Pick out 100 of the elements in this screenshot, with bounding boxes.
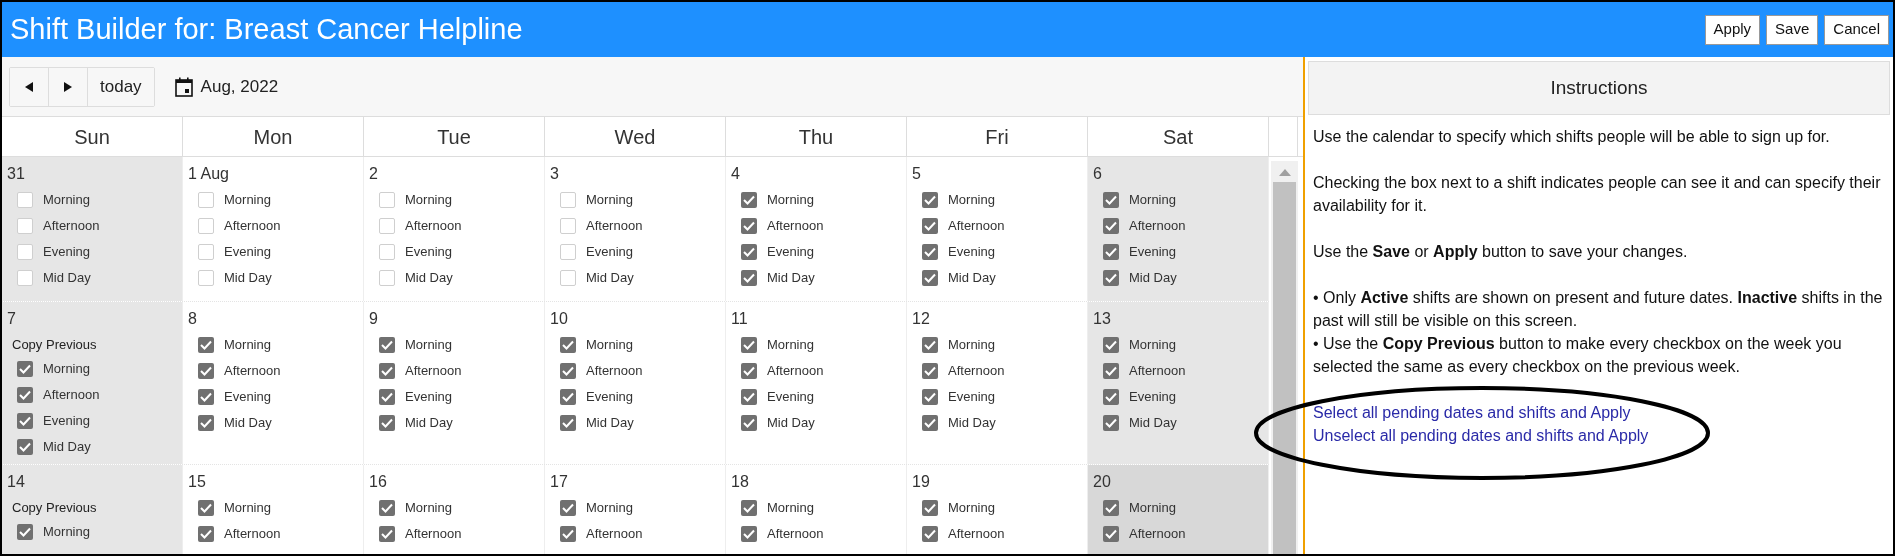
shift-checkbox[interactable] bbox=[379, 526, 395, 542]
shift-checkbox[interactable] bbox=[17, 361, 33, 377]
shift-checkbox[interactable] bbox=[741, 500, 757, 516]
shift-checkbox[interactable] bbox=[379, 192, 395, 208]
date-number: 12 bbox=[912, 309, 930, 329]
shift-label: Mid Day bbox=[43, 438, 91, 457]
scrollbar-thumb[interactable] bbox=[1273, 182, 1296, 554]
shift-checkbox[interactable] bbox=[560, 218, 576, 234]
shift-checkbox[interactable] bbox=[922, 415, 938, 431]
shift-checkbox[interactable] bbox=[1103, 337, 1119, 353]
action-link[interactable]: Select all pending dates and shifts and Apply bbox=[1313, 404, 1631, 421]
shift-label: Afternoon bbox=[224, 525, 281, 544]
shift-checkbox[interactable] bbox=[198, 526, 214, 542]
header-button[interactable]: Cancel bbox=[1824, 14, 1889, 45]
shift-checkbox[interactable] bbox=[1103, 389, 1119, 405]
shift-checkbox[interactable] bbox=[560, 500, 576, 516]
instruction-paragraph: Checking the box next to a shift indicates people can see it and can specify their availability for it. bbox=[1313, 173, 1882, 216]
shift-checkbox[interactable] bbox=[741, 415, 757, 431]
shift-checkbox[interactable] bbox=[198, 270, 214, 286]
shift-checkbox[interactable] bbox=[560, 270, 576, 286]
shift-checkbox[interactable] bbox=[922, 218, 938, 234]
shift-checkbox[interactable] bbox=[1103, 526, 1119, 542]
header-button[interactable]: Save bbox=[1766, 14, 1819, 45]
shift-checkbox[interactable] bbox=[379, 337, 395, 353]
shift-checkbox[interactable] bbox=[198, 244, 214, 260]
shift-label: Morning bbox=[1129, 191, 1176, 210]
action-link[interactable]: Unselect all pending dates and shifts and Apply bbox=[1313, 427, 1649, 444]
shift-checkbox[interactable] bbox=[922, 337, 938, 353]
shift-checkbox[interactable] bbox=[17, 387, 33, 403]
shift-checkbox[interactable] bbox=[379, 244, 395, 260]
shift-checkbox[interactable] bbox=[198, 363, 214, 379]
shift-checkbox[interactable] bbox=[17, 218, 33, 234]
shift-checkbox[interactable] bbox=[741, 244, 757, 260]
shift-checkbox[interactable] bbox=[198, 389, 214, 405]
shift-checkbox[interactable] bbox=[922, 192, 938, 208]
shift-label: Morning bbox=[43, 523, 90, 542]
shift-checkbox[interactable] bbox=[560, 363, 576, 379]
shift-checkbox[interactable] bbox=[1103, 218, 1119, 234]
shift-checkbox[interactable] bbox=[17, 192, 33, 208]
shift-checkbox[interactable] bbox=[560, 415, 576, 431]
shift-checkbox[interactable] bbox=[741, 270, 757, 286]
shift-checkbox[interactable] bbox=[560, 526, 576, 542]
header-button[interactable]: Apply bbox=[1704, 14, 1761, 45]
shift-label: Mid Day bbox=[224, 414, 272, 433]
copy-previous-button[interactable]: Copy Previous bbox=[12, 498, 97, 516]
shift-checkbox[interactable] bbox=[560, 337, 576, 353]
shift-label: Afternoon bbox=[948, 525, 1005, 544]
shift-checkbox[interactable] bbox=[17, 413, 33, 429]
instruction-bullet: • Only Active shifts are shown on present and future dates. Inactive shifts in the past will still be visible on this screen. bbox=[1313, 288, 1884, 331]
shift-label: Morning bbox=[767, 499, 814, 518]
shift-checkbox[interactable] bbox=[922, 500, 938, 516]
shift-checkbox[interactable] bbox=[741, 218, 757, 234]
shift-checkbox[interactable] bbox=[560, 389, 576, 405]
shift-checkbox[interactable] bbox=[741, 192, 757, 208]
shift-checkbox[interactable] bbox=[1103, 415, 1119, 431]
shift-checkbox[interactable] bbox=[1103, 363, 1119, 379]
shift-checkbox[interactable] bbox=[17, 439, 33, 455]
shift-checkbox[interactable] bbox=[17, 244, 33, 260]
date-number: 2 bbox=[369, 164, 378, 184]
shift-checkbox[interactable] bbox=[922, 270, 938, 286]
shift-checkbox[interactable] bbox=[198, 337, 214, 353]
shift-checkbox[interactable] bbox=[1103, 270, 1119, 286]
shift-checkbox[interactable] bbox=[379, 415, 395, 431]
shift-checkbox[interactable] bbox=[198, 218, 214, 234]
shift-label: Mid Day bbox=[586, 269, 634, 288]
shift-label: Morning bbox=[948, 499, 995, 518]
previous-button[interactable] bbox=[10, 67, 49, 106]
shift-checkbox[interactable] bbox=[379, 389, 395, 405]
copy-previous-button[interactable]: Copy Previous bbox=[12, 335, 97, 353]
shift-checkbox[interactable] bbox=[379, 270, 395, 286]
shift-label: Mid Day bbox=[1129, 414, 1177, 433]
shift-checkbox[interactable] bbox=[741, 337, 757, 353]
shift-checkbox[interactable] bbox=[741, 363, 757, 379]
shift-checkbox[interactable] bbox=[379, 363, 395, 379]
shift-checkbox[interactable] bbox=[17, 524, 33, 540]
scrollbar[interactable] bbox=[1271, 161, 1298, 554]
shift-checkbox[interactable] bbox=[1103, 192, 1119, 208]
shift-checkbox[interactable] bbox=[1103, 500, 1119, 516]
shift-checkbox[interactable] bbox=[922, 389, 938, 405]
shift-label: Evening bbox=[405, 388, 452, 407]
shift-checkbox[interactable] bbox=[922, 526, 938, 542]
shift-checkbox[interactable] bbox=[198, 415, 214, 431]
shift-checkbox[interactable] bbox=[922, 244, 938, 260]
shift-checkbox[interactable] bbox=[741, 526, 757, 542]
shift-checkbox[interactable] bbox=[741, 389, 757, 405]
shift-checkbox[interactable] bbox=[1103, 244, 1119, 260]
shift-checkbox[interactable] bbox=[198, 192, 214, 208]
shift-label: Morning bbox=[586, 336, 633, 355]
date-number: 1 Aug bbox=[188, 164, 229, 184]
date-number: 10 bbox=[550, 309, 568, 329]
shift-checkbox[interactable] bbox=[922, 363, 938, 379]
shift-label: Evening bbox=[586, 243, 633, 262]
shift-checkbox[interactable] bbox=[560, 244, 576, 260]
instruction-paragraph: Use the calendar to specify which shifts people will be able to sign up for. bbox=[1313, 127, 1831, 147]
shift-checkbox[interactable] bbox=[17, 270, 33, 286]
shift-checkbox[interactable] bbox=[198, 500, 214, 516]
shift-label: Morning bbox=[405, 336, 452, 355]
shift-checkbox[interactable] bbox=[379, 500, 395, 516]
shift-checkbox[interactable] bbox=[379, 218, 395, 234]
shift-checkbox[interactable] bbox=[560, 192, 576, 208]
